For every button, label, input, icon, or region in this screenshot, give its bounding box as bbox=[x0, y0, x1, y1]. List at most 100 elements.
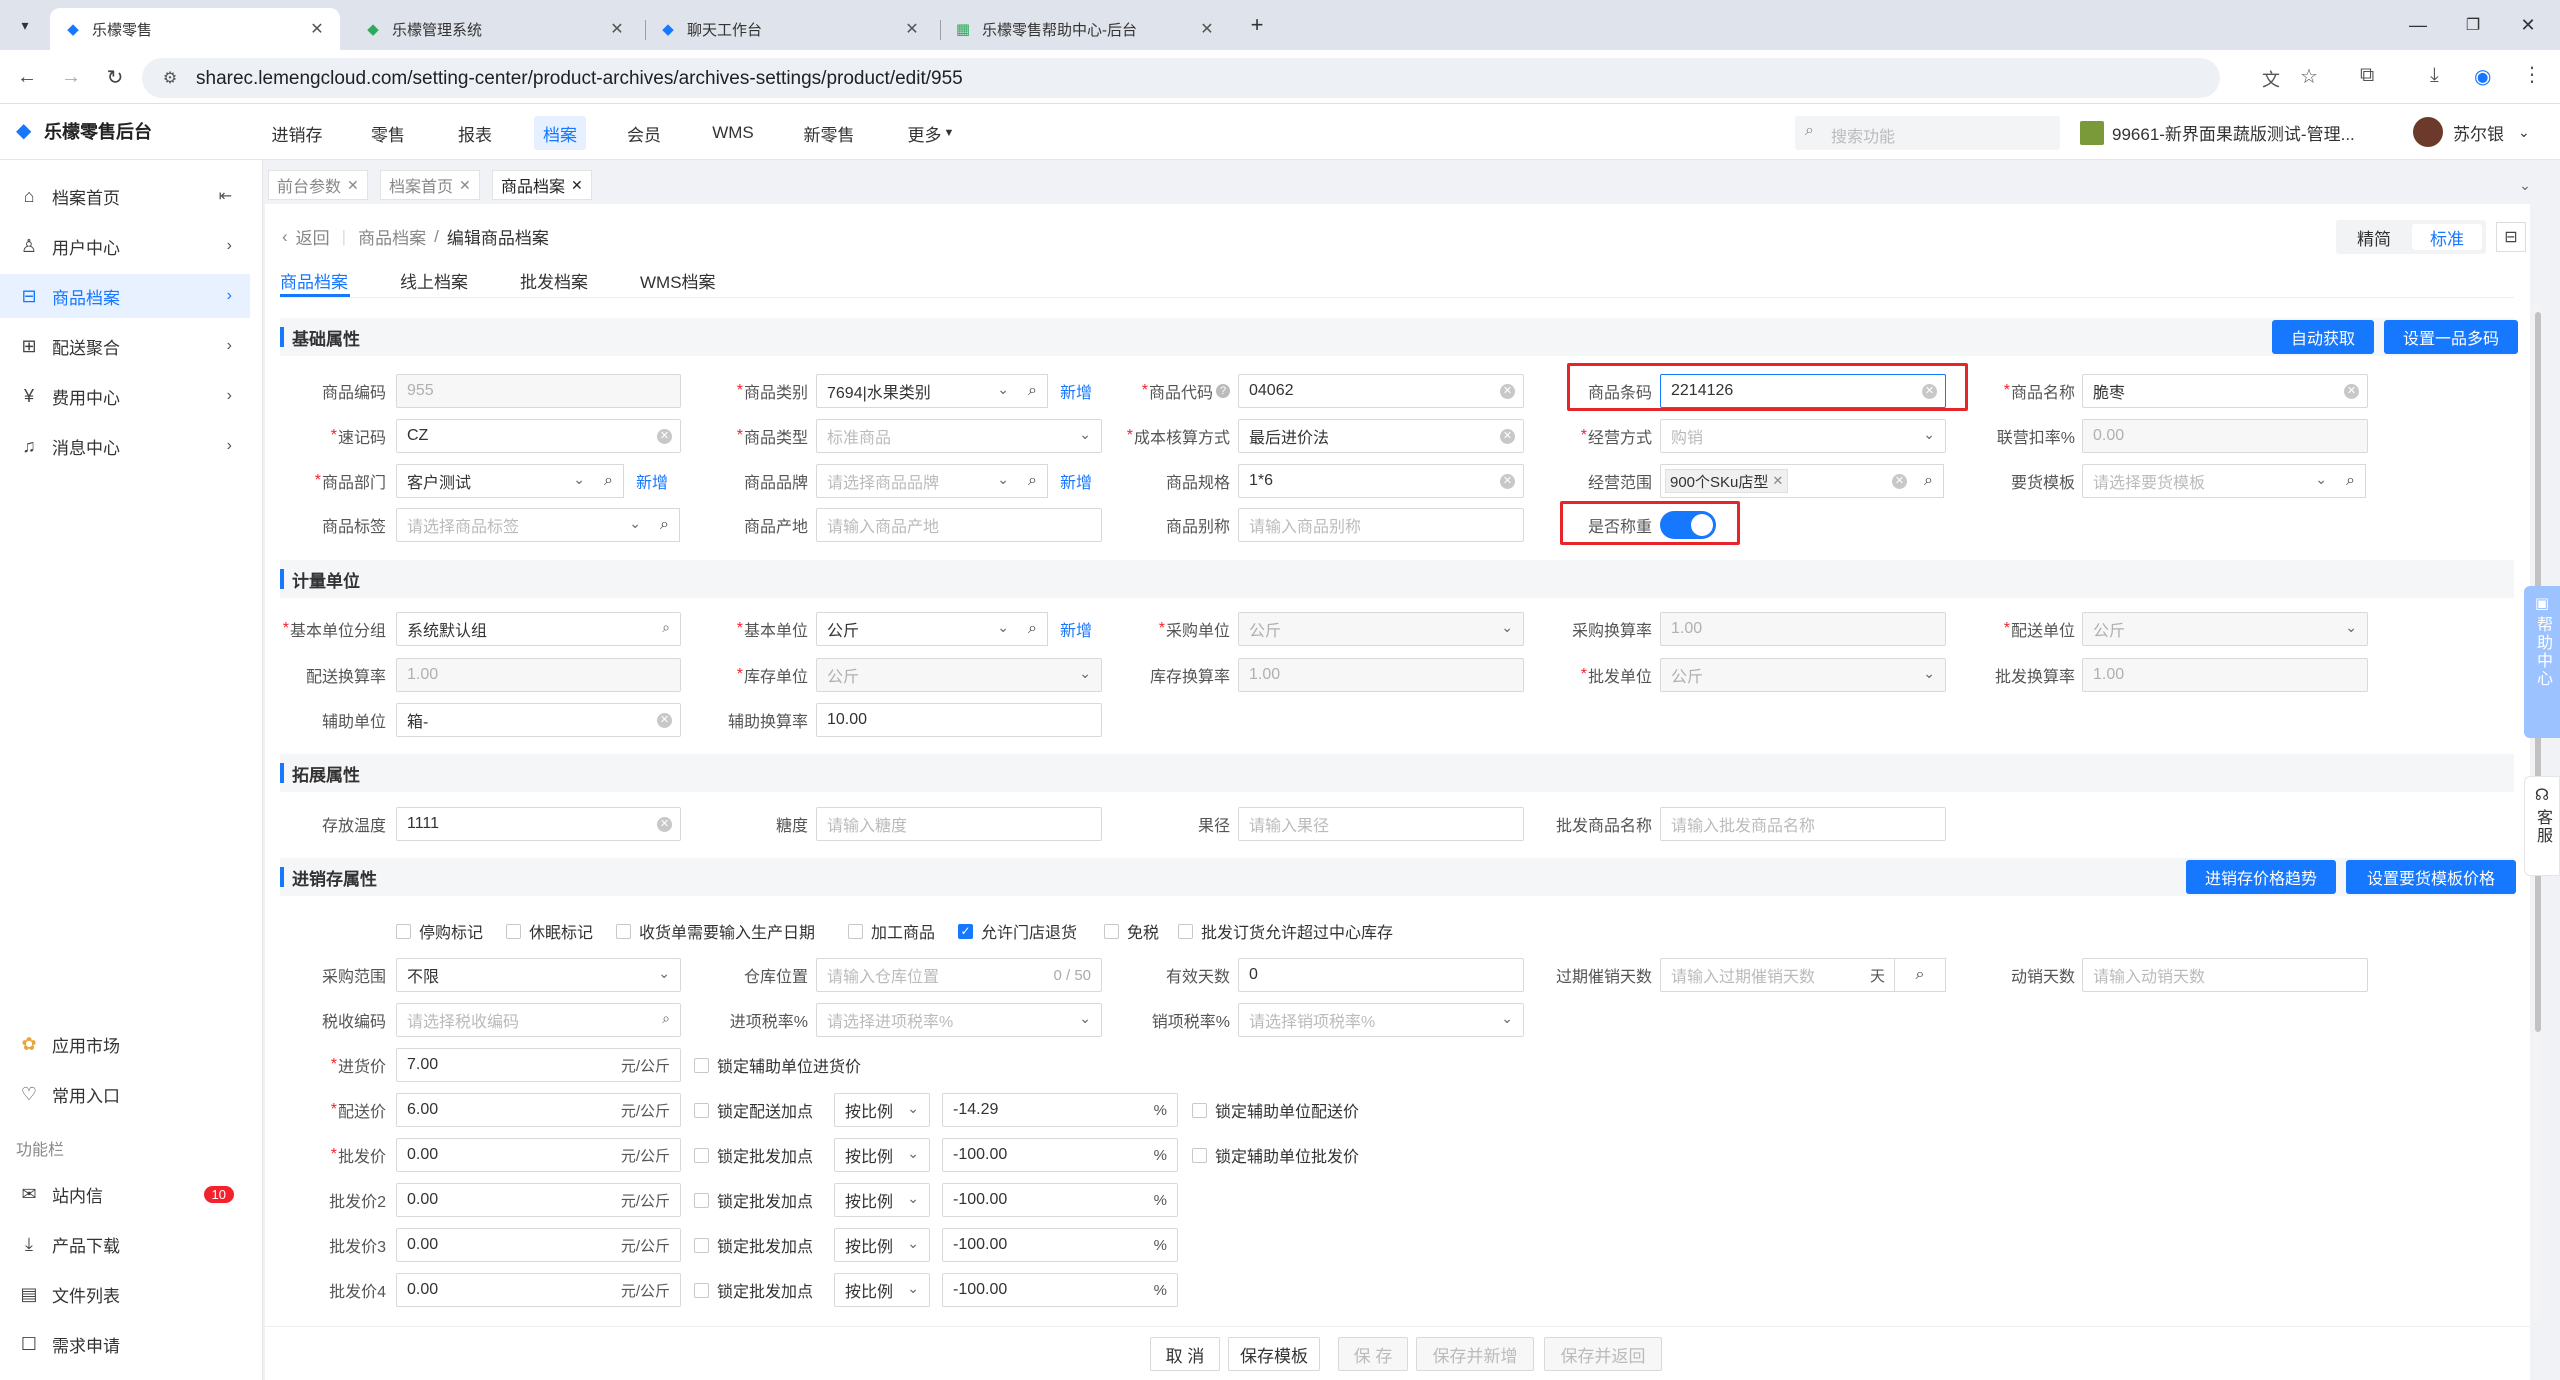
browser-tab[interactable]: ◆ 乐檬管理系统 ✕ bbox=[350, 8, 640, 50]
template-price-button[interactable]: 设置要货模板价格 bbox=[2346, 860, 2516, 894]
close-icon[interactable]: ✕ bbox=[347, 177, 359, 194]
page-tab-active[interactable]: 商品档案 ✕ bbox=[492, 170, 592, 200]
wholesale3-pct-input[interactable]: -100.00% bbox=[942, 1228, 1178, 1262]
sidebar-item-user-center[interactable]: ♙ 用户中心 › bbox=[0, 224, 250, 268]
checkbox-exceed-stock[interactable]: 批发订货允许超过中心库存 bbox=[1178, 916, 1393, 946]
extensions-icon[interactable]: ⧉ bbox=[2360, 64, 2374, 87]
save-and-back-button[interactable]: 保存并返回 bbox=[1544, 1337, 1662, 1371]
sidebar-item-inbox[interactable]: ✉ 站内信 10 bbox=[0, 1172, 250, 1216]
wholesale-name-input[interactable]: 请输入批发商品名称 bbox=[1660, 807, 1946, 841]
multi-barcode-button[interactable]: 设置一品多码 bbox=[2384, 320, 2518, 354]
browser-tab[interactable]: ▦ 乐檬零售帮助中心-后台 ✕ bbox=[940, 8, 1230, 50]
sidebar-item-favorites[interactable]: ♡ 常用入口 bbox=[0, 1072, 250, 1116]
tag-select[interactable]: 请选择商品标签 ⌄ bbox=[396, 508, 652, 542]
tab-online-archive[interactable]: 线上档案 bbox=[400, 268, 468, 293]
cost-select[interactable]: 最后进价法 ✕ bbox=[1238, 419, 1524, 453]
layout-icon[interactable]: ⊟ bbox=[2496, 222, 2526, 252]
checkbox-box[interactable] bbox=[848, 923, 863, 939]
nav-more[interactable]: 更多 ▼ bbox=[896, 116, 966, 150]
unit-group-select[interactable]: 系统默认组 ⌕ bbox=[396, 612, 681, 646]
checkbox-box[interactable] bbox=[694, 1237, 709, 1253]
wholesale-price4-input[interactable]: 0.00 元/公斤 bbox=[396, 1273, 681, 1307]
purchase-unit-select[interactable]: 公斤 ⌄ bbox=[1238, 612, 1524, 646]
checkbox-lock-wholesale-add-2[interactable]: 锁定批发加点 bbox=[694, 1185, 813, 1215]
type-select[interactable]: 标准商品 ⌄ bbox=[816, 419, 1102, 453]
sidebar-item-product-archive[interactable]: ⊟ 商品档案 › bbox=[0, 274, 250, 318]
info-icon[interactable]: ? bbox=[1216, 384, 1230, 398]
move-days-input[interactable]: 请输入动销天数 bbox=[2082, 958, 2368, 992]
help-center-float[interactable]: ▣ 帮助中心 bbox=[2524, 586, 2560, 738]
mode-simple[interactable]: 精简 bbox=[2340, 224, 2408, 250]
sidebar-item-fee-center[interactable]: ¥ 费用中心 › bbox=[0, 374, 250, 418]
brand-search-button[interactable]: ⌕ bbox=[1018, 464, 1048, 498]
nav-archives[interactable]: 档案 bbox=[534, 116, 586, 150]
close-icon[interactable]: ✕ bbox=[608, 19, 626, 39]
sugar-input[interactable]: 请输入糖度 bbox=[816, 807, 1102, 841]
tabs-dropdown-icon[interactable]: ⌄ bbox=[2510, 172, 2540, 198]
reload-icon[interactable]: ↻ bbox=[100, 62, 130, 92]
checkbox-stop-purchase[interactable]: 停购标记 bbox=[396, 916, 483, 946]
auto-fetch-button[interactable]: 自动获取 bbox=[2272, 320, 2374, 354]
aux-conv-input[interactable]: 10.00 bbox=[816, 703, 1102, 737]
clear-icon[interactable]: ✕ bbox=[1892, 474, 1907, 489]
checkbox-lock-aux-in[interactable]: 锁定辅助单位进货价 bbox=[694, 1050, 861, 1080]
dept-add-link[interactable]: 新增 bbox=[636, 464, 668, 498]
back-link[interactable]: ‹ 返回 bbox=[282, 224, 330, 249]
category-add-link[interactable]: 新增 bbox=[1060, 374, 1092, 408]
wholesale-mode-select[interactable]: 按比例 ⌄ bbox=[834, 1138, 930, 1172]
checkbox-box[interactable] bbox=[616, 923, 631, 939]
checkbox-box[interactable] bbox=[1178, 923, 1193, 939]
user-menu[interactable]: 苏尔银 ⌄ bbox=[2413, 117, 2530, 147]
back-arrow-icon[interactable]: ← bbox=[12, 62, 42, 92]
wholesale-price2-input[interactable]: 0.00 元/公斤 bbox=[396, 1183, 681, 1217]
clear-icon[interactable]: ✕ bbox=[1500, 474, 1515, 489]
collapse-icon[interactable]: ⇤ bbox=[219, 186, 232, 206]
browser-tab[interactable]: ◆ 乐檬零售 ✕ bbox=[50, 8, 340, 50]
purchase-conv-input[interactable]: 1.00 bbox=[1660, 612, 1946, 646]
template-search-button[interactable]: ⌕ bbox=[2336, 464, 2366, 498]
checkbox-box[interactable] bbox=[396, 923, 411, 939]
wholesale-unit-select[interactable]: 公斤 ⌄ bbox=[1660, 658, 1946, 692]
dist-mode-select[interactable]: 按比例 ⌄ bbox=[834, 1093, 930, 1127]
close-icon[interactable]: ✕ bbox=[459, 177, 471, 194]
page-tab[interactable]: 档案首页 ✕ bbox=[380, 170, 480, 200]
star-icon[interactable]: ☆ bbox=[2300, 64, 2318, 89]
checkbox-box[interactable] bbox=[694, 1147, 709, 1163]
checkbox-processed[interactable]: 加工商品 bbox=[848, 916, 935, 946]
download-icon[interactable]: ⤓ bbox=[2430, 64, 2439, 87]
base-unit-add-link[interactable]: 新增 bbox=[1060, 612, 1092, 646]
tab-wholesale-archive[interactable]: 批发档案 bbox=[520, 268, 588, 293]
aux-unit-select[interactable]: 箱- ✕ bbox=[396, 703, 681, 737]
checkbox-tax-free[interactable]: 免税 bbox=[1104, 916, 1159, 946]
clear-icon[interactable]: ✕ bbox=[657, 429, 672, 444]
cancel-button[interactable]: 取 消 bbox=[1150, 1337, 1220, 1371]
template-select[interactable]: 请选择要货模板 ⌄ bbox=[2082, 464, 2338, 498]
temp-input[interactable]: 1111 ✕ bbox=[396, 807, 681, 841]
save-and-new-button[interactable]: 保存并新增 bbox=[1416, 1337, 1534, 1371]
dist-unit-select[interactable]: 公斤 ⌄ bbox=[2082, 612, 2368, 646]
expire-search-button[interactable]: ⌕ bbox=[1894, 958, 1946, 992]
base-unit-select[interactable]: 公斤 ⌄ bbox=[816, 612, 1020, 646]
checkbox-store-return[interactable]: ✓ 允许门店退货 bbox=[958, 916, 1077, 946]
checkbox-box[interactable] bbox=[694, 1102, 709, 1118]
checkbox-box[interactable] bbox=[694, 1282, 709, 1298]
tab-product-archive[interactable]: 商品档案 bbox=[280, 268, 348, 293]
category-search-button[interactable]: ⌕ bbox=[1018, 374, 1048, 408]
scope-tag[interactable]: 900个SKu店型 ✕ bbox=[1665, 469, 1789, 493]
code-input[interactable]: 955 bbox=[396, 374, 681, 408]
sidebar-item-file-list[interactable]: ▤ 文件列表 bbox=[0, 1272, 250, 1316]
checkbox-box[interactable] bbox=[694, 1057, 709, 1073]
input-tax-select[interactable]: 请选择进项税率% ⌄ bbox=[816, 1003, 1102, 1037]
checkbox-lock-dist-add[interactable]: 锁定配送加点 bbox=[694, 1095, 813, 1125]
purchase-range-select[interactable]: 不限 ⌄ bbox=[396, 958, 681, 992]
checkbox-production-date[interactable]: 收货单需要输入生产日期 bbox=[616, 916, 815, 946]
store-selector[interactable]: 99661-新界面果蔬版测试-管理... bbox=[2080, 120, 2355, 145]
stock-unit-select[interactable]: 公斤 ⌄ bbox=[816, 658, 1102, 692]
forward-arrow-icon[interactable]: → bbox=[56, 62, 86, 92]
output-tax-select[interactable]: 请选择销项税率% ⌄ bbox=[1238, 1003, 1524, 1037]
base-unit-search-button[interactable]: ⌕ bbox=[1018, 612, 1048, 646]
checkbox-box[interactable] bbox=[506, 923, 521, 939]
nav-members[interactable]: 会员 bbox=[616, 116, 672, 150]
search-icon[interactable]: ⌕ bbox=[662, 619, 670, 636]
category-select[interactable]: 7694|水果类别 ⌄ bbox=[816, 374, 1020, 408]
